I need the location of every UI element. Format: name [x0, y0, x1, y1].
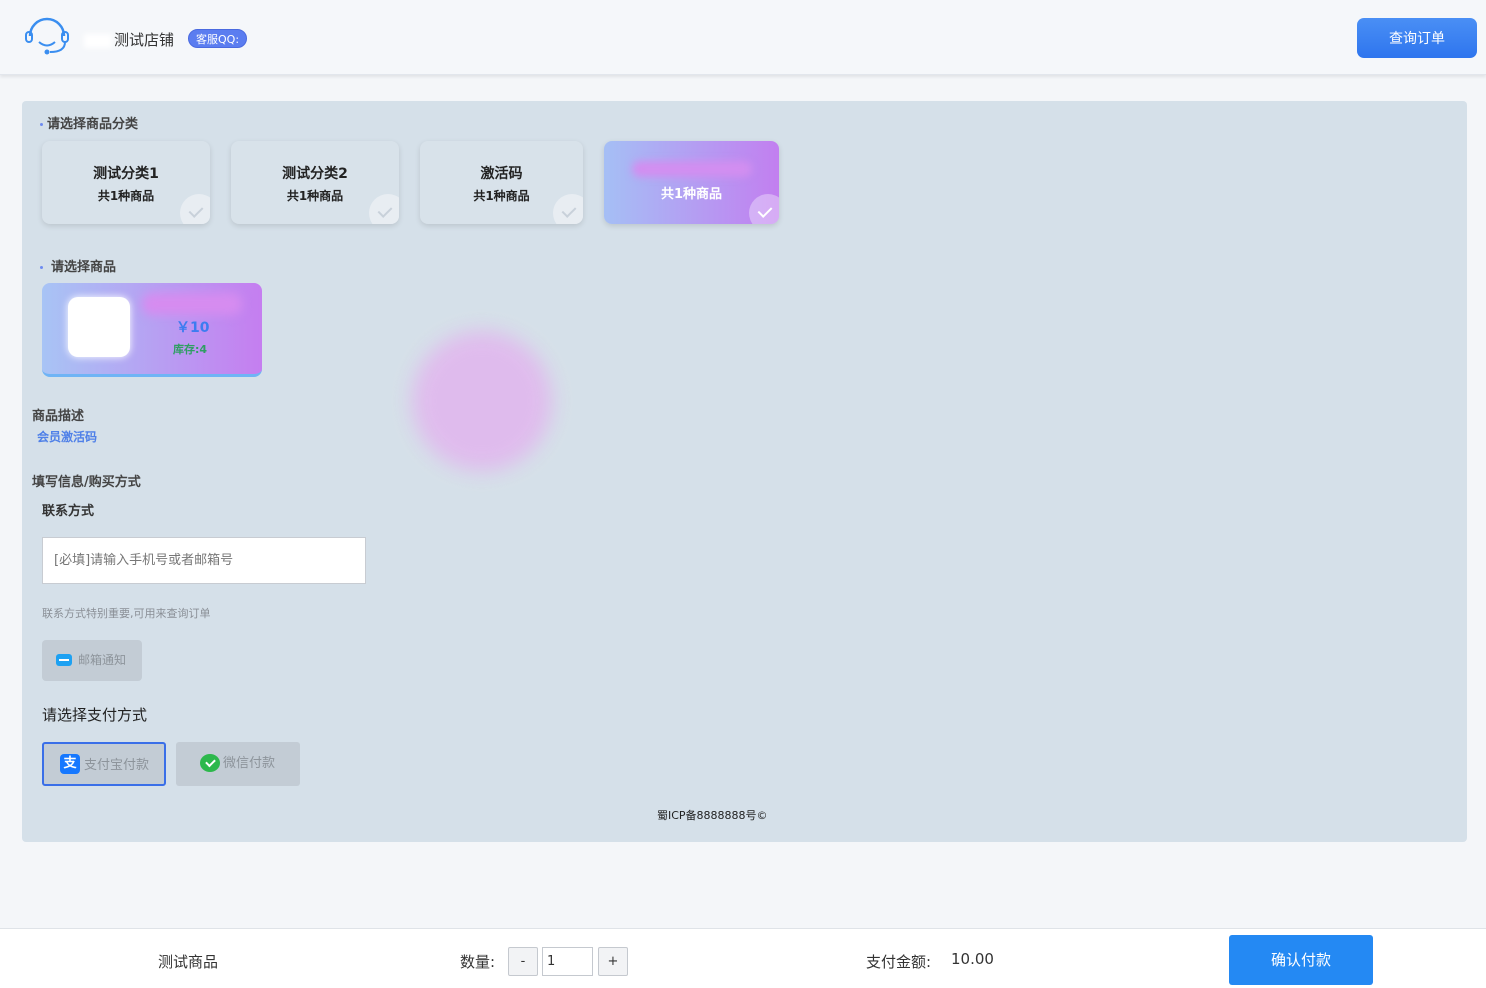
query-order-button[interactable]: 查询订单 [1357, 18, 1477, 58]
headset-icon [25, 17, 69, 55]
product-title-text: 请选择商品 [51, 260, 117, 275]
shop-name: 测试店铺 [84, 29, 174, 50]
shop-name-blur [84, 33, 112, 48]
product-card[interactable]: ￥10 库存:4 [42, 283, 262, 377]
product-image [68, 297, 130, 357]
category-section-title: 请选择商品分类 [40, 113, 138, 132]
alipay-button[interactable]: 支 支付宝付款 [42, 742, 166, 786]
email-notify-label: 邮箱通知 [78, 653, 127, 667]
contact-label: 联系方式 [42, 504, 95, 519]
category-card-4-active[interactable]: 共1种商品 [604, 141, 779, 224]
icp-record[interactable]: 蜀ICP备8888888号© [657, 807, 768, 823]
quantity-input[interactable] [542, 947, 593, 976]
category-name: 激活码 [480, 166, 523, 182]
quantity-increase-button[interactable]: + [598, 947, 628, 976]
wechat-pay-button[interactable]: 微信付款 [176, 742, 300, 786]
product-name-blurred [142, 293, 242, 315]
amount-label: 支付金额: [866, 953, 932, 971]
product-price: ￥10 [176, 320, 210, 336]
qq-badge[interactable]: 客服QQ: [188, 29, 248, 48]
wechat-label: 微信付款 [223, 756, 276, 771]
email-notify-button[interactable]: 邮箱通知 [42, 640, 142, 681]
main-panel: 请选择商品分类 测试分类1 共1种商品 测试分类2 共1种商品 激活码 共1种商… [22, 101, 1467, 842]
amount-value: 10.00 [951, 950, 994, 968]
category-card-2[interactable]: 测试分类2 共1种商品 [231, 141, 399, 224]
alipay-icon: 支 [60, 754, 80, 774]
contact-hint: 联系方式特别重要,可用来查询订单 [42, 607, 211, 620]
alipay-label: 支付宝付款 [84, 758, 150, 773]
confirm-pay-button[interactable]: 确认付款 [1229, 935, 1373, 985]
header: 测试店铺 客服QQ: 查询订单 [0, 0, 1486, 75]
category-name-blurred [631, 161, 752, 177]
category-name: 测试分类2 [282, 166, 348, 182]
category-name: 测试分类1 [93, 166, 159, 182]
quantity-decrease-button[interactable]: - [508, 947, 538, 976]
bullet-dot [40, 266, 43, 269]
shop-name-text: 测试店铺 [114, 31, 175, 49]
fill-info-label: 填写信息/购买方式 [32, 475, 141, 490]
description-label: 商品描述 [32, 409, 85, 424]
wechat-icon [200, 754, 220, 772]
product-stock: 库存:4 [173, 343, 208, 356]
pay-method-label: 请选择支付方式 [42, 706, 148, 724]
contact-input[interactable] [42, 537, 366, 584]
description-text: 会员激活码 [37, 430, 98, 444]
email-icon [56, 654, 72, 666]
product-section-title: 请选择商品 [40, 256, 116, 275]
selected-product-name: 测试商品 [158, 953, 219, 971]
quantity-label: 数量: [460, 953, 496, 971]
category-title-text: 请选择商品分类 [47, 117, 139, 132]
bullet-dot [40, 123, 43, 126]
checkout-bar: 测试商品 数量: - + 支付金额: 10.00 确认付款 [0, 928, 1486, 988]
decorative-blob [412, 331, 552, 471]
category-card-3[interactable]: 激活码 共1种商品 [420, 141, 583, 224]
category-count: 共1种商品 [660, 187, 723, 202]
category-card-1[interactable]: 测试分类1 共1种商品 [42, 141, 210, 224]
